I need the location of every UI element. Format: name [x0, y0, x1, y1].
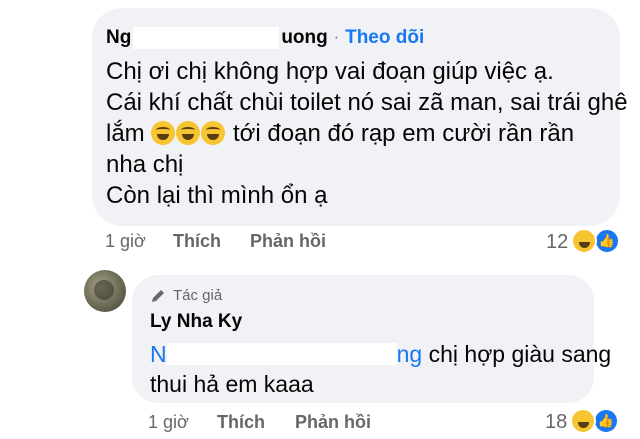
comment-line-3-end: tới đoạn đó rạp em cười rần rần [226, 120, 575, 147]
author-badge: Tác giả [150, 287, 222, 304]
follow-link[interactable]: Theo dõi [345, 27, 424, 49]
reply-button[interactable]: Phản hồi [250, 231, 326, 252]
reply-reply-button[interactable]: Phản hồi [295, 412, 371, 433]
name-redaction [133, 27, 280, 49]
haha-reaction-icon[interactable] [571, 228, 597, 254]
comment-line-3-start: lắm [106, 120, 152, 147]
like-reaction-icon[interactable]: 👍 [594, 228, 620, 254]
reply-line-1: Nng chị hợp giàu sang [150, 339, 611, 369]
reply-reaction-count[interactable]: 18 [545, 411, 567, 434]
comment-timestamp[interactable]: 1 giờ [105, 231, 146, 252]
comment-line-5: Còn lại thì mình ổn ạ [106, 182, 328, 209]
rofl-emoji-icon [201, 121, 226, 145]
rofl-emoji-icon [151, 121, 176, 145]
reply-like-button[interactable]: Thích [217, 412, 265, 433]
comment-line-1: Chị ơi chị không hợp vai đoạn giúp việc … [106, 58, 554, 85]
comment-text: Chị ơi chị không hợp vai đoạn giúp việc … [106, 56, 628, 211]
avatar[interactable] [84, 270, 126, 312]
comment-author-name-start[interactable]: Ng [106, 27, 131, 49]
rofl-emoji-icon [176, 121, 201, 145]
pencil-icon [152, 289, 164, 302]
reply-line-1-text: chị hợp giàu sang [422, 341, 612, 367]
like-button[interactable]: Thích [173, 231, 221, 252]
author-badge-label: Tác giả [173, 287, 223, 304]
reaction-count[interactable]: 12 [546, 231, 568, 254]
like-reaction-icon[interactable]: 👍 [593, 408, 619, 434]
comment-line-3: lắm tới đoạn đó rạp em cười rần rần [106, 118, 596, 149]
haha-reaction-icon[interactable] [570, 408, 596, 434]
mention-link-end[interactable]: ng [397, 341, 423, 367]
comment-line-2: Cái khí chất chùi toilet nó sai zã man, … [106, 89, 628, 116]
mention-link-start[interactable]: N [150, 341, 167, 367]
separator-dot: · [333, 29, 340, 46]
comment-line-4: nha chị [106, 151, 184, 178]
reply-timestamp[interactable]: 1 giờ [148, 412, 189, 433]
mention-redaction [166, 343, 397, 365]
comment-header: Ng uong · Theo dõi [106, 26, 424, 50]
comment-author-name-end[interactable]: uong [281, 27, 327, 49]
reply-line-2: thui hả em kaaa [150, 371, 314, 397]
reply-author-name[interactable]: Ly Nha Ky [150, 311, 242, 333]
reply-text: Nng chị hợp giàu sang thui hả em kaaa [150, 339, 611, 399]
